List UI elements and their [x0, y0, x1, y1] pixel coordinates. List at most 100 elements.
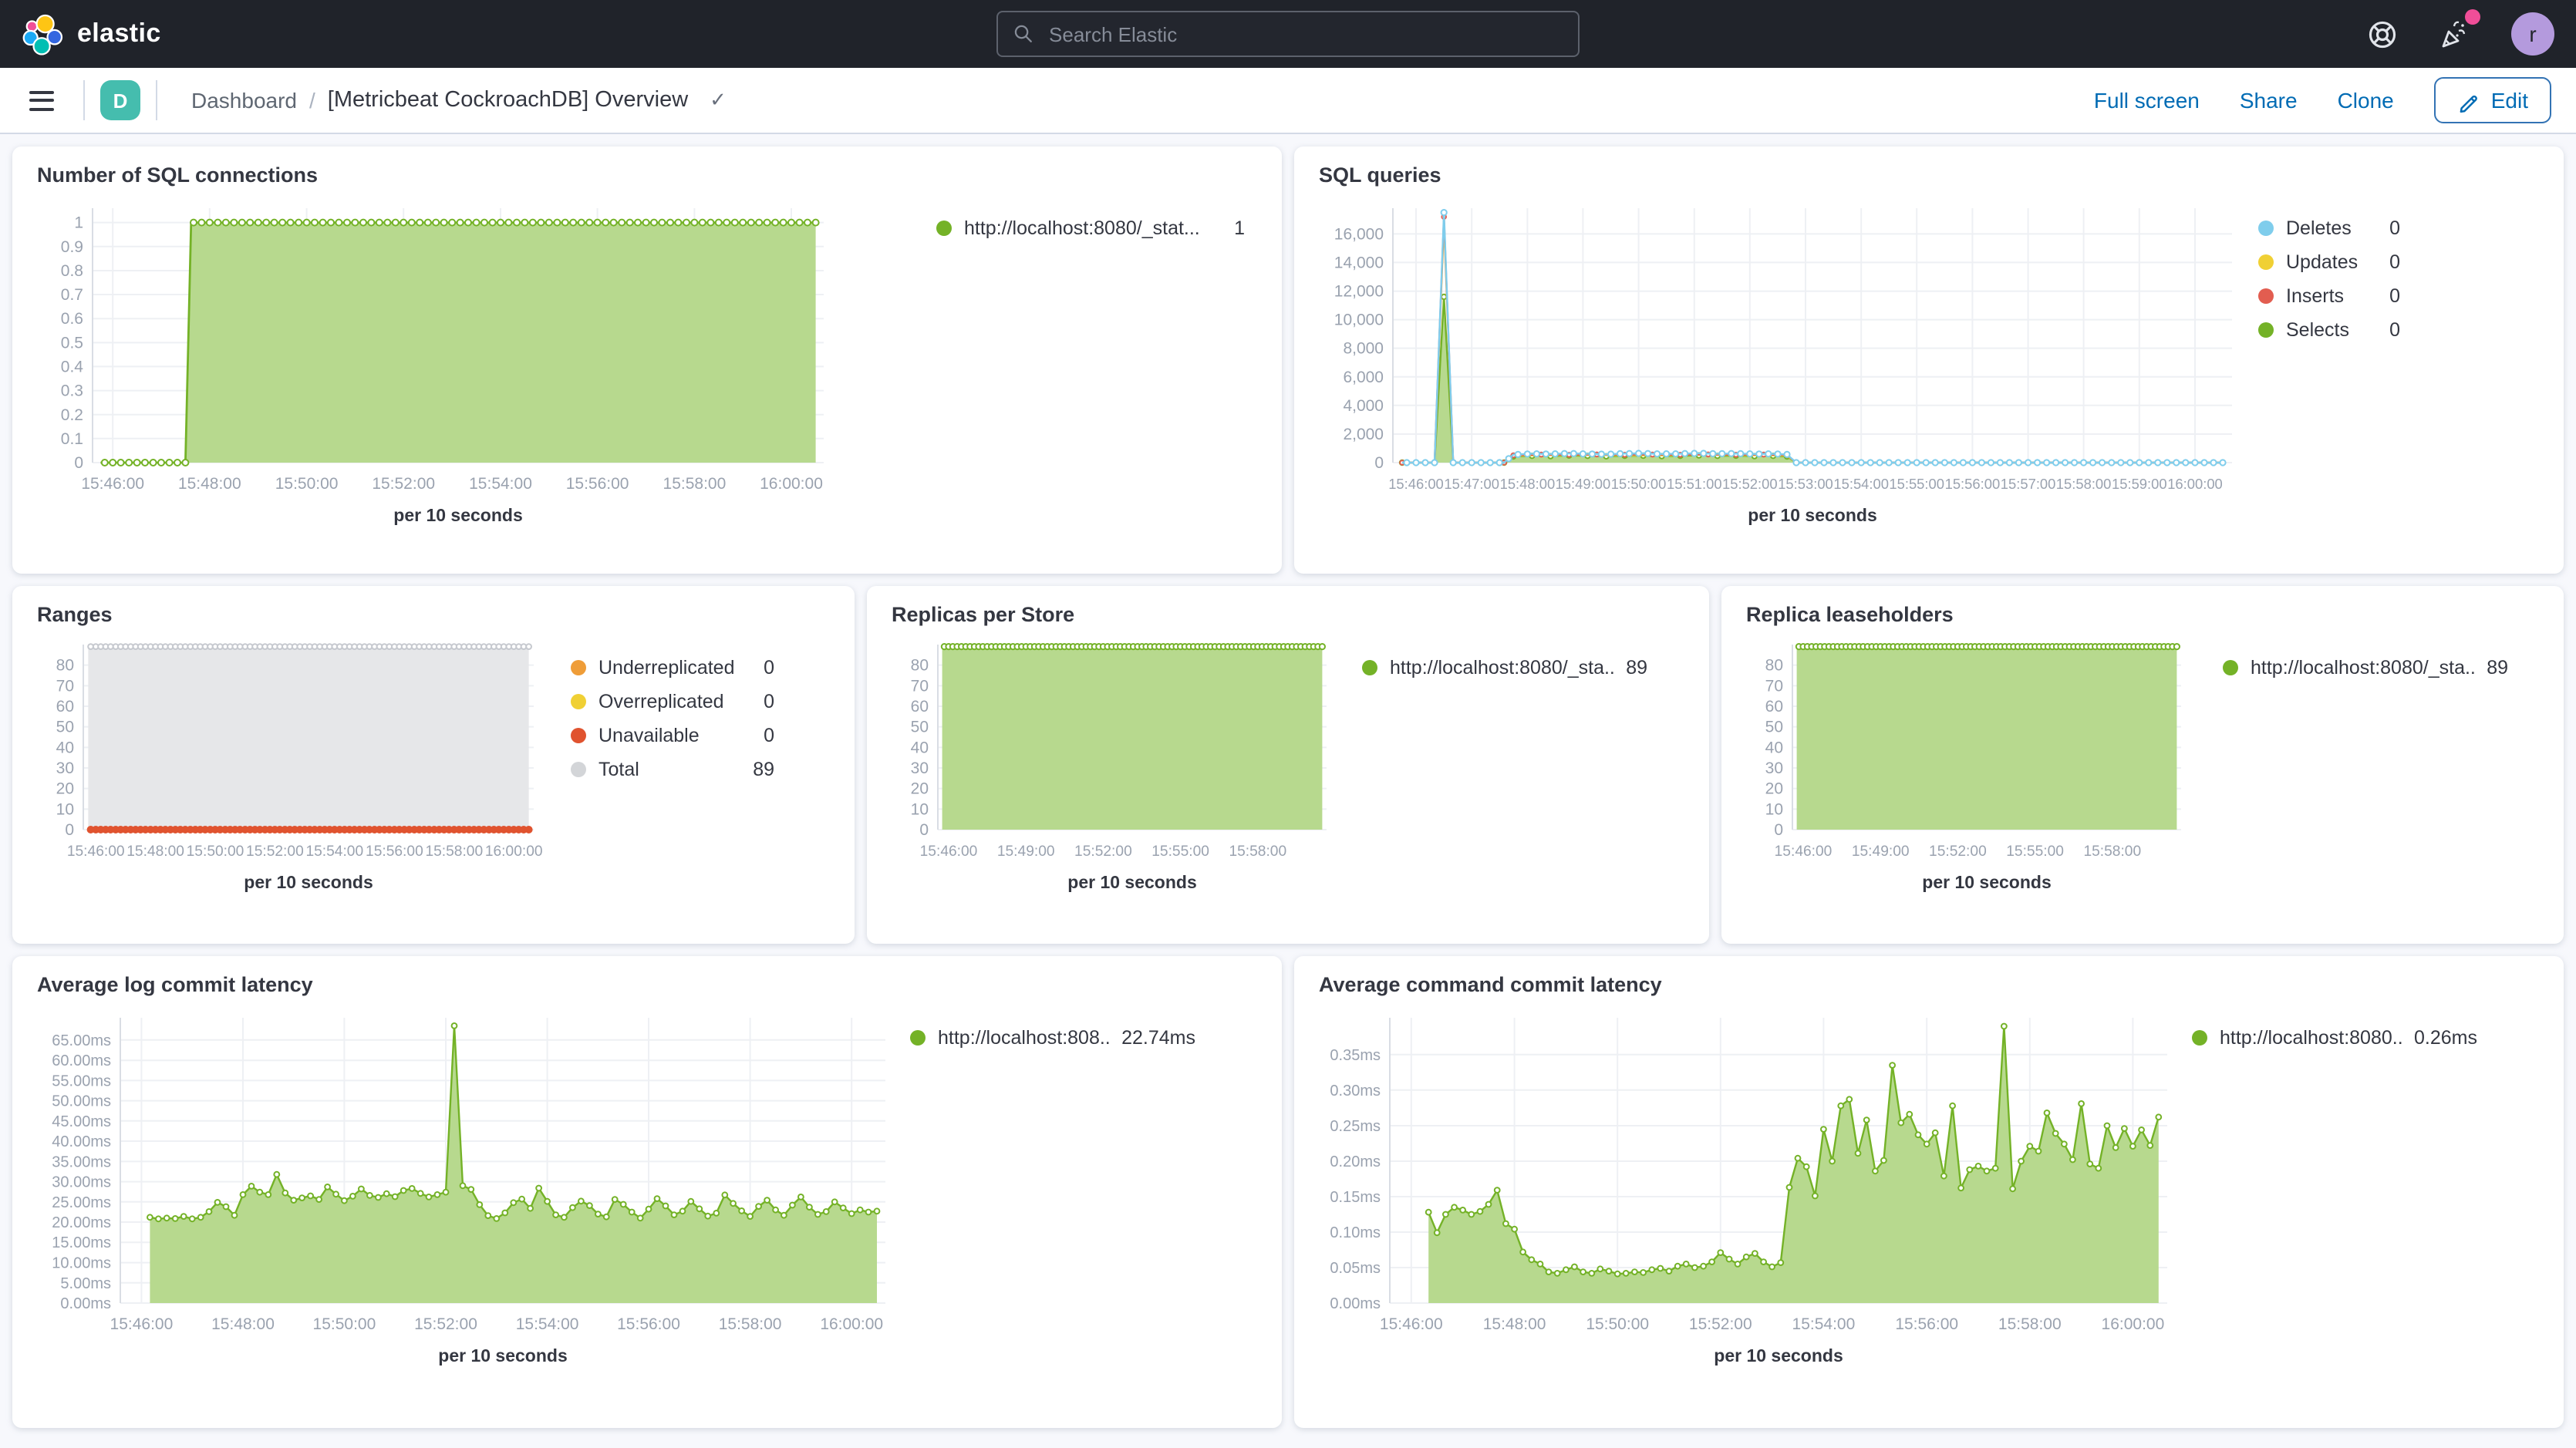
share-button[interactable]: Share: [2240, 88, 2298, 113]
svg-text:16,000: 16,000: [1334, 225, 1384, 243]
svg-text:65.00ms: 65.00ms: [52, 1032, 111, 1049]
svg-text:0: 0: [1374, 454, 1384, 472]
header-actions: r: [2363, 12, 2554, 56]
svg-text:15:55:00: 15:55:00: [1151, 844, 1209, 860]
legend-item[interactable]: Deletes0: [2258, 217, 2400, 239]
clone-button[interactable]: Clone: [2338, 88, 2394, 113]
legend-color-dot: [2258, 221, 2274, 236]
svg-text:60: 60: [911, 698, 929, 716]
legend-item[interactable]: Unavailable0: [571, 725, 774, 746]
svg-text:15:46:00: 15:46:00: [1380, 1315, 1443, 1333]
panel-sql-queries: SQL queries 16,00014,00012,00010,0008,00…: [1294, 146, 2564, 574]
svg-text:15:48:00: 15:48:00: [178, 475, 241, 493]
svg-text:0.00ms: 0.00ms: [1330, 1295, 1381, 1312]
legend-value: 0: [2389, 217, 2400, 239]
svg-text:16:00:00: 16:00:00: [2167, 476, 2223, 492]
search-input[interactable]: [1046, 21, 1563, 47]
svg-text:30.00ms: 30.00ms: [52, 1174, 111, 1191]
svg-text:60: 60: [56, 698, 74, 716]
chart-avg-log-commit-latency[interactable]: 65.00ms60.00ms55.00ms50.00ms45.00ms40.00…: [37, 999, 901, 1392]
legend-item[interactable]: Total89: [571, 759, 774, 780]
legend-item[interactable]: Updates 0: [2258, 251, 2400, 273]
svg-text:15:58:00: 15:58:00: [1998, 1315, 2062, 1333]
legend-item[interactable]: Overreplicated0: [571, 691, 774, 712]
legend-value: 0: [2389, 319, 2400, 341]
svg-text:15:56:00: 15:56:00: [1895, 1315, 1958, 1333]
svg-text:0.10ms: 0.10ms: [1330, 1224, 1381, 1241]
global-search[interactable]: [996, 11, 1580, 57]
svg-text:15:52:00: 15:52:00: [372, 475, 435, 493]
legend-item[interactable]: http://localhost:8080...0.26ms: [2192, 1027, 2477, 1049]
legend-label: http://localhost:8080...: [2220, 1027, 2402, 1049]
legend-value: 1: [1234, 217, 1245, 239]
user-avatar[interactable]: r: [2511, 12, 2554, 56]
legend-color-dot: [571, 694, 586, 709]
chart-replicas-per-store[interactable]: 8070605040302010015:46:0015:49:0015:52:0…: [892, 629, 1339, 907]
svg-text:0.25ms: 0.25ms: [1330, 1118, 1381, 1135]
svg-text:15:56:00: 15:56:00: [566, 475, 629, 493]
chart-sql-queries[interactable]: 16,00014,00012,00010,0008,0006,0004,0002…: [1319, 190, 2244, 537]
legend-color-dot: [910, 1030, 926, 1046]
elastic-logo[interactable]: elastic: [22, 13, 161, 55]
svg-text:per 10 seconds: per 10 seconds: [1067, 872, 1196, 892]
deployment-badge[interactable]: D: [100, 80, 140, 120]
svg-text:45.00ms: 45.00ms: [52, 1113, 111, 1130]
chart-ranges[interactable]: 8070605040302010015:46:0015:48:0015:50:0…: [37, 629, 546, 907]
svg-text:20: 20: [56, 780, 74, 798]
svg-text:15:58:00: 15:58:00: [719, 1315, 782, 1333]
legend-label: http://localhost:808...: [938, 1027, 1109, 1049]
svg-text:15:54:00: 15:54:00: [1833, 476, 1889, 492]
legend-label: Unavailable: [598, 725, 751, 746]
full-screen-button[interactable]: Full screen: [2094, 88, 2200, 113]
legend-value: 0: [764, 657, 774, 679]
breadcrumb-separator: /: [309, 88, 315, 113]
svg-text:12,000: 12,000: [1334, 283, 1384, 301]
legend-item[interactable]: Inserts0: [2258, 285, 2400, 307]
svg-text:40: 40: [911, 739, 929, 756]
svg-text:15:52:00: 15:52:00: [414, 1315, 477, 1333]
svg-text:15:58:00: 15:58:00: [2083, 844, 2141, 860]
chart-canvas: 0.35ms0.30ms0.25ms0.20ms0.15ms0.10ms0.05…: [1319, 999, 2183, 1385]
panel-title: Average log commit latency: [37, 973, 1257, 996]
svg-text:15:58:00: 15:58:00: [1229, 844, 1286, 860]
news-button[interactable]: [2437, 15, 2474, 52]
legend-label: http://localhost:8080/_sta...: [2251, 657, 2474, 679]
breadcrumb-dashboard[interactable]: Dashboard: [191, 88, 297, 113]
legend-value: 0: [2389, 285, 2400, 307]
svg-text:60.00ms: 60.00ms: [52, 1052, 111, 1069]
legend-item[interactable]: http://localhost:808...22.74ms: [910, 1027, 1195, 1049]
legend-item[interactable]: Selects0: [2258, 319, 2400, 341]
svg-text:15:56:00: 15:56:00: [617, 1315, 680, 1333]
svg-text:1: 1: [74, 214, 83, 232]
legend-item[interactable]: http://localhost:8080/_sta...89: [1362, 657, 1647, 679]
svg-text:0: 0: [74, 454, 83, 472]
svg-text:0.1: 0.1: [61, 430, 83, 448]
svg-text:8,000: 8,000: [1343, 340, 1384, 358]
chart-sql-connections[interactable]: 10.90.80.70.60.50.40.30.20.1015:46:0015:…: [37, 190, 839, 537]
svg-text:16:00:00: 16:00:00: [820, 1315, 883, 1333]
chart-replica-leaseholders[interactable]: 8070605040302010015:46:0015:49:0015:52:0…: [1746, 629, 2193, 907]
legend-item[interactable]: http://localhost:8080/_stat...1: [936, 217, 1245, 239]
svg-text:15:48:00: 15:48:00: [126, 844, 184, 860]
svg-text:0: 0: [1774, 821, 1783, 839]
legend-item[interactable]: http://localhost:8080/_sta...89: [2223, 657, 2508, 679]
legend-value: 0: [2389, 251, 2400, 273]
svg-text:per 10 seconds: per 10 seconds: [393, 505, 522, 525]
svg-text:15:46:00: 15:46:00: [920, 844, 978, 860]
svg-text:50: 50: [56, 719, 74, 736]
svg-text:15:52:00: 15:52:00: [1722, 476, 1778, 492]
help-button[interactable]: [2363, 15, 2400, 52]
svg-text:0.00ms: 0.00ms: [60, 1295, 111, 1312]
svg-text:50: 50: [911, 719, 929, 736]
legend-item[interactable]: Underreplicated0: [571, 657, 774, 679]
legend-label: Updates: [2286, 251, 2377, 273]
legend-color-dot: [2223, 660, 2238, 675]
edit-button[interactable]: Edit: [2434, 77, 2551, 123]
svg-text:15:52:00: 15:52:00: [246, 844, 304, 860]
svg-text:15:55:00: 15:55:00: [1889, 476, 1944, 492]
svg-text:15:57:00: 15:57:00: [2001, 476, 2056, 492]
svg-text:80: 80: [1765, 657, 1783, 675]
menu-button[interactable]: [15, 74, 68, 126]
chart-avg-command-commit-latency[interactable]: 0.35ms0.30ms0.25ms0.20ms0.15ms0.10ms0.05…: [1319, 999, 2183, 1392]
panel-avg-log-commit-latency: Average log commit latency 65.00ms 60.00m…: [12, 956, 1282, 1428]
